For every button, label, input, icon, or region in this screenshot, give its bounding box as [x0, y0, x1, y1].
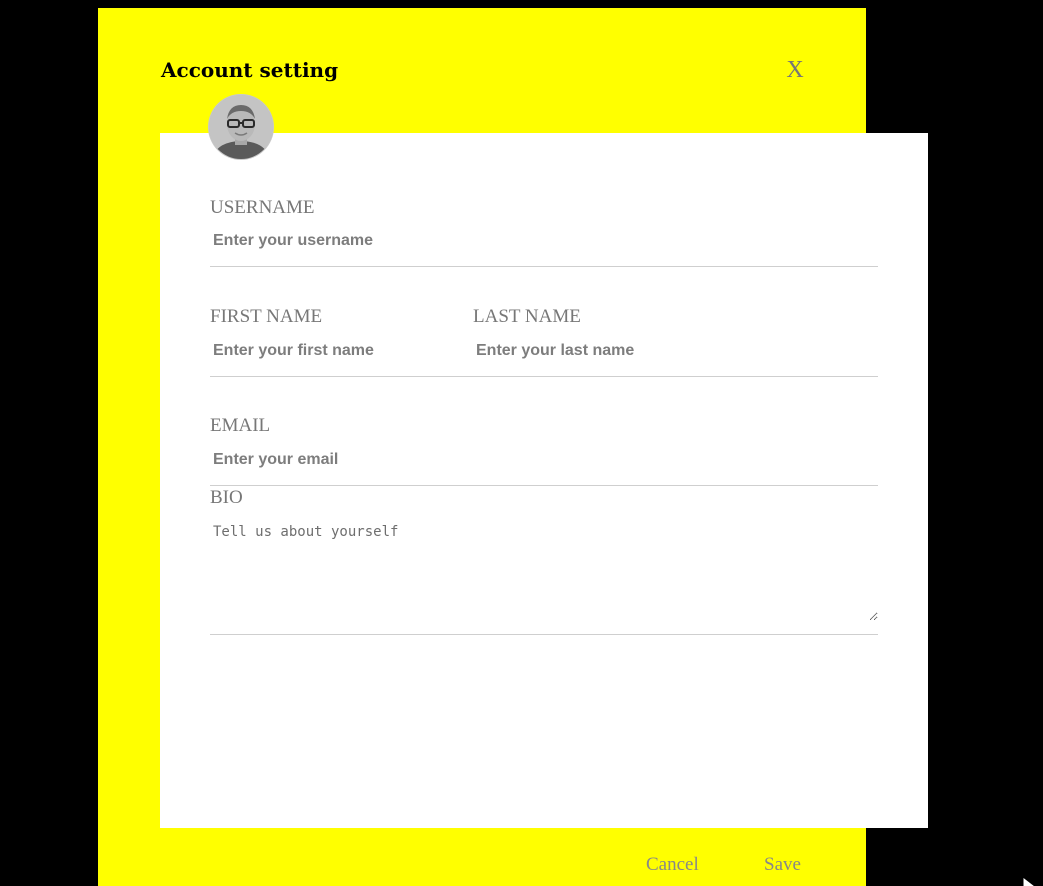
username-label: USERNAME	[210, 197, 315, 218]
bio-textarea[interactable]	[210, 521, 878, 621]
first-name-input[interactable]	[210, 340, 463, 362]
last-name-input[interactable]	[473, 340, 876, 362]
mouse-pointer-icon	[1022, 876, 1036, 886]
name-divider	[210, 376, 878, 377]
bio-label: BIO	[210, 487, 243, 508]
avatar[interactable]	[209, 95, 273, 159]
avatar-photo	[209, 95, 273, 159]
email-divider	[210, 485, 878, 486]
save-button[interactable]: Save	[764, 852, 801, 878]
email-input[interactable]	[210, 449, 878, 471]
close-button[interactable]: X	[780, 54, 810, 86]
username-input[interactable]	[210, 230, 878, 252]
app-window: Account setting X USERNAME FIRST NAME LA…	[0, 0, 1043, 886]
cancel-button[interactable]: Cancel	[646, 852, 699, 878]
first-name-label: FIRST NAME	[210, 306, 323, 327]
modal-title: Account setting	[161, 58, 339, 82]
username-divider	[210, 266, 878, 267]
close-icon: X	[786, 57, 804, 83]
last-name-label: LAST NAME	[473, 306, 581, 327]
email-label: EMAIL	[210, 415, 271, 436]
bio-divider	[210, 634, 878, 635]
